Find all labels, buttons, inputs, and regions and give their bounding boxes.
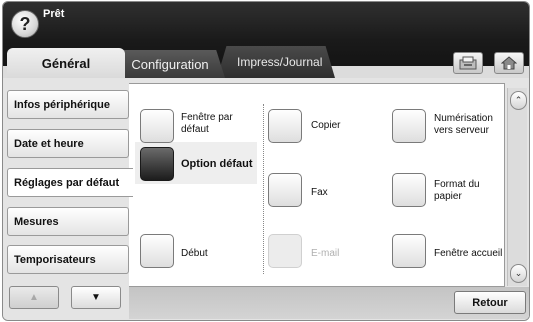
sidebar-item-date-heure[interactable]: Date et heure [7,129,129,158]
content-area: Infos périphérique Date et heure Réglage… [3,78,529,320]
option-option-defaut-button[interactable] [140,147,174,181]
arrow-up-icon: ▲ [29,292,39,303]
tab-general[interactable]: Général [7,48,125,78]
back-button[interactable]: Retour [454,291,526,314]
arrow-down-icon: ▼ [91,292,101,303]
scrollbar-track[interactable] [507,88,527,286]
chevron-up-icon: ⌃ [514,95,523,105]
tab-label: Général [41,55,91,71]
home-button[interactable] [494,52,524,74]
option-email-button [268,234,302,268]
sidebar-item-label: Réglages par défaut [14,176,120,189]
sidebar-item-label: Infos périphérique [14,98,110,111]
option-format-papier-button[interactable] [392,173,426,207]
option-fenetre-defaut-label: Fenêtre par défaut [181,112,233,135]
header-bar: ? Prêt Impress/Journal Configuration Gén… [3,2,529,78]
option-copier-label: Copier [311,120,341,131]
sidebar-item-label: Mesures [14,215,59,228]
option-fax-label: Fax [311,187,328,198]
sidebar-item-mesures[interactable]: Mesures [7,207,129,236]
sidebar-scroll-up-button[interactable]: ▲ [9,286,59,309]
sidebar-item-infos-peripherique[interactable]: Infos périphérique [7,90,129,119]
tab-label: Configuration [131,56,209,72]
device-screen: ? Prêt Impress/Journal Configuration Gén… [2,1,530,321]
status-text: Prêt [43,8,65,20]
job-status-icon [459,56,477,70]
option-fax-button[interactable] [268,173,302,207]
chevron-down-icon: ⌄ [514,268,523,278]
option-debut-button[interactable] [140,234,174,268]
tab-label: Impress/Journal [237,54,323,69]
options-panel: Fenêtre par défaut Option défaut Début C… [129,83,505,287]
sidebar-item-reglages-defaut[interactable]: Réglages par défaut [7,168,133,197]
option-format-papier-label: Format du papier [434,179,480,202]
sidebar-item-label: Date et heure [14,137,84,150]
scroll-up-button[interactable]: ⌃ [510,91,527,110]
option-copier-button[interactable] [268,109,302,143]
option-option-defaut-label: Option défaut [181,158,253,170]
sidebar-item-temporisateurs[interactable]: Temporisateurs [7,245,129,274]
tab-impress-journal[interactable]: Impress/Journal [217,46,335,78]
column-divider [263,104,264,274]
option-numerisation-serveur-label: Numérisation vers serveur [434,113,493,136]
option-fenetre-defaut-button[interactable] [140,109,174,143]
sidebar-item-label: Temporisateurs [14,253,96,266]
home-icon [501,56,517,70]
job-status-button[interactable] [453,52,483,74]
help-icon[interactable]: ? [11,10,39,38]
option-fenetre-accueil-label: Fenêtre accueil [434,248,503,259]
sidebar-scroll-down-button[interactable]: ▼ [71,286,121,309]
option-debut-label: Début [181,248,208,259]
option-numerisation-serveur-button[interactable] [392,109,426,143]
tab-configuration[interactable]: Configuration [115,50,225,78]
option-fenetre-accueil-button[interactable] [392,234,426,268]
scroll-down-button[interactable]: ⌄ [510,264,527,283]
option-email-label: E-mail [311,248,340,259]
